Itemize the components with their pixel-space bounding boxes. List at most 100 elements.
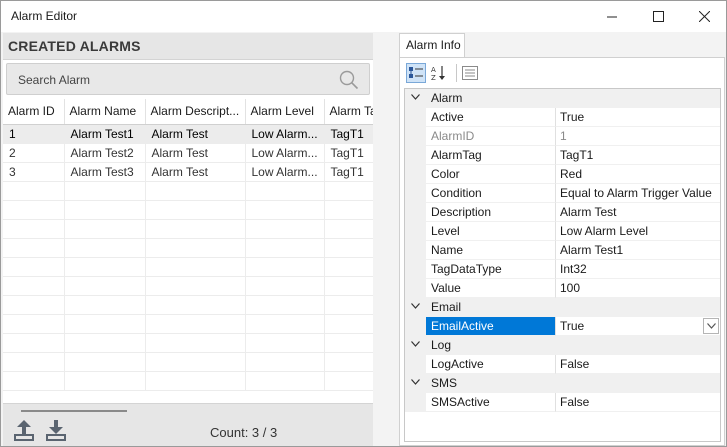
category-alarm[interactable]: Alarm [405, 89, 720, 108]
cell-alarm-level: Low Alarm... [245, 162, 325, 182]
category-label: Log [431, 338, 452, 352]
property-row-emailactive[interactable]: EmailActive True [405, 317, 720, 336]
property-pages-icon [462, 66, 478, 80]
cell-alarm-level: Low Alarm... [245, 124, 325, 144]
created-alarms-panel: CREATED ALARMS Search Alarm Alarm ID Ala… [3, 33, 373, 446]
alarm-editor-window: Alarm Editor CREATED ALARMS Search Alarm [0, 0, 727, 447]
chevron-down-icon [411, 94, 420, 100]
cell-alarm-id: 1 [3, 124, 65, 144]
category-sms[interactable]: SMS [405, 374, 720, 393]
property-name: TagDataType [426, 260, 556, 279]
property-row-description[interactable]: Description Alarm Test [405, 203, 720, 222]
empty-row [3, 257, 373, 277]
cell-alarm-name: Alarm Test3 [64, 162, 146, 182]
empty-row [3, 276, 373, 296]
category-label: Email [431, 300, 462, 314]
property-value[interactable]: Red [556, 165, 720, 184]
property-value[interactable]: TagT1 [556, 146, 720, 165]
empty-row [3, 352, 373, 372]
property-row-tagdatatype[interactable]: TagDataType Int32 [405, 260, 720, 279]
property-name: Color [426, 165, 556, 184]
property-value[interactable]: Equal to Alarm Trigger Value [556, 184, 720, 203]
import-icon[interactable] [45, 420, 67, 442]
search-icon[interactable] [339, 70, 359, 90]
table-header-row: Alarm ID Alarm Name Alarm Descript... Al… [3, 99, 373, 125]
panel-title: CREATED ALARMS [8, 38, 141, 54]
categorized-icon [409, 67, 423, 78]
cell-alarm-name: Alarm Test1 [64, 124, 146, 144]
property-name: LogActive [426, 355, 556, 374]
property-value[interactable]: True [556, 317, 720, 336]
cell-alarm-level: Low Alarm... [245, 143, 325, 163]
empty-row [3, 181, 373, 201]
cell-alarm-tag: TagT1 [324, 143, 373, 163]
column-header-alarm-level[interactable]: Alarm Level [245, 99, 325, 125]
empty-row [3, 371, 373, 391]
categorized-view-button[interactable] [406, 63, 426, 83]
property-value[interactable]: True [556, 108, 720, 127]
property-row-alarmid[interactable]: AlarmID 1 [405, 127, 720, 146]
column-header-alarm-id[interactable]: Alarm ID [3, 99, 65, 125]
table-row[interactable]: 3 Alarm Test3 Alarm Test Low Alarm... Ta… [3, 162, 373, 182]
search-placeholder: Search Alarm [18, 73, 91, 87]
empty-row [3, 295, 373, 315]
cell-alarm-description: Alarm Test [145, 162, 246, 182]
emailactive-dropdown-button[interactable] [703, 318, 719, 334]
property-row-name[interactable]: Name Alarm Test1 [405, 241, 720, 260]
table-row[interactable]: 2 Alarm Test2 Alarm Test Low Alarm... Ta… [3, 143, 373, 163]
property-row-condition[interactable]: Condition Equal to Alarm Trigger Value [405, 184, 720, 203]
minimize-button[interactable] [589, 1, 635, 32]
property-name: Condition [426, 184, 556, 203]
panel-header: CREATED ALARMS [3, 33, 373, 60]
property-row-color[interactable]: Color Red [405, 165, 720, 184]
property-grid-toolbar: A Z [404, 61, 722, 85]
property-row-logactive[interactable]: LogActive False [405, 355, 720, 374]
column-header-alarm-name[interactable]: Alarm Name [64, 99, 146, 125]
property-name: AlarmID [426, 127, 556, 146]
close-button[interactable] [681, 1, 727, 32]
empty-row [3, 219, 373, 239]
property-row-level[interactable]: Level Low Alarm Level [405, 222, 720, 241]
table-footer: Count: 3 / 3 [3, 403, 373, 446]
alphabetical-view-button[interactable]: A Z [429, 63, 449, 83]
property-value[interactable]: Low Alarm Level [556, 222, 720, 241]
panel-splitter[interactable] [373, 33, 397, 446]
property-value[interactable]: False [556, 393, 720, 412]
horizontal-scrollbar[interactable] [21, 410, 127, 412]
svg-text:A: A [431, 66, 436, 74]
svg-text:Z: Z [431, 74, 436, 81]
close-icon [698, 11, 710, 22]
category-email[interactable]: Email [405, 298, 720, 317]
export-icon[interactable] [13, 420, 35, 442]
search-alarm-input[interactable]: Search Alarm [6, 63, 370, 95]
property-row-alarmtag[interactable]: AlarmTag TagT1 [405, 146, 720, 165]
property-name: AlarmTag [426, 146, 556, 165]
category-label: Alarm [431, 91, 463, 105]
property-value[interactable]: False [556, 355, 720, 374]
property-list: Alarm Active True AlarmID 1 AlarmTag TagT1 … [404, 88, 721, 442]
tab-alarm-info[interactable]: Alarm Info [399, 33, 465, 57]
alarm-count: Count: 3 / 3 [210, 425, 278, 440]
property-value[interactable]: Alarm Test [556, 203, 720, 222]
cell-alarm-name: Alarm Test2 [64, 143, 146, 163]
property-row-active[interactable]: Active True [405, 108, 720, 127]
empty-row [3, 333, 373, 353]
property-row-smsactive[interactable]: SMSActive False [405, 393, 720, 412]
column-header-alarm-tag[interactable]: Alarm Ta [324, 99, 373, 125]
property-name: Value [426, 279, 556, 298]
cell-alarm-tag: TagT1 [324, 162, 373, 182]
column-header-alarm-description[interactable]: Alarm Descript... [145, 99, 246, 125]
cell-alarm-description: Alarm Test [145, 124, 246, 144]
category-log[interactable]: Log [405, 336, 720, 355]
maximize-button[interactable] [635, 1, 681, 32]
property-row-value[interactable]: Value 100 [405, 279, 720, 298]
property-value[interactable]: Int32 [556, 260, 720, 279]
table-row[interactable]: 1 Alarm Test1 Alarm Test Low Alarm... Ta… [3, 124, 373, 144]
window-title: Alarm Editor [11, 9, 78, 23]
cell-alarm-tag: TagT1 [324, 124, 373, 144]
property-pages-button[interactable] [460, 63, 480, 83]
cell-alarm-description: Alarm Test [145, 143, 246, 163]
sort-alphabetical-icon: A Z [431, 66, 445, 81]
property-value[interactable]: 100 [556, 279, 720, 298]
property-value[interactable]: Alarm Test1 [556, 241, 720, 260]
